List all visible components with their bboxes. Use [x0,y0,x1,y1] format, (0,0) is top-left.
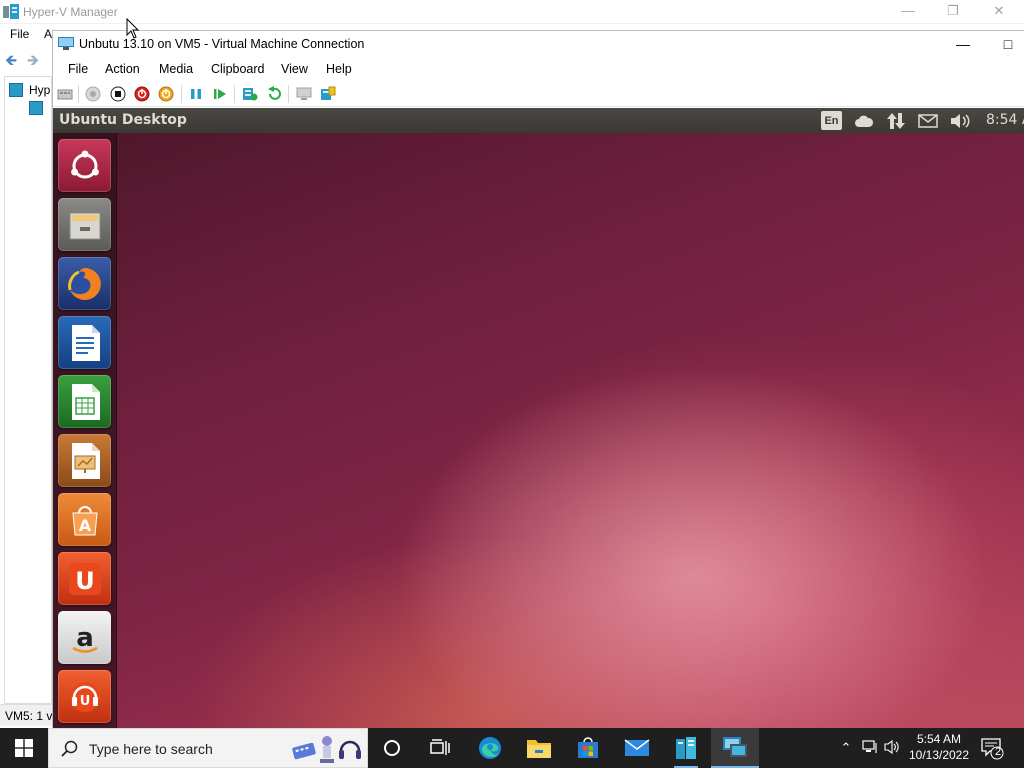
vm-maximize-button[interactable]: □ [988,33,1024,55]
action-center-button[interactable]: 2 [980,736,1004,760]
hyperv-menu-action[interactable]: A [44,27,52,41]
files-icon[interactable] [58,198,111,251]
software-center-icon[interactable]: A [58,493,111,546]
toolbar-separator [234,85,235,103]
search-placeholder: Type here to search [89,741,213,757]
vm-window-title: Unbutu 13.10 on VM5 - Virtual Machine Co… [79,37,365,51]
taskbar-search-box[interactable]: Type here to search [48,728,368,768]
ctrl-alt-del-icon[interactable] [57,86,73,102]
hyperv-close-button[interactable]: ✕ [976,0,1022,24]
hyperv-status-text: VM5: 1 v [5,709,53,723]
hyperv-restore-button[interactable]: ❐ [930,0,976,24]
vm-toolbar [53,81,1024,107]
store-icon[interactable] [564,728,612,768]
cortana-icon[interactable] [368,728,416,768]
vm-menu-media[interactable]: Media [159,62,193,76]
mail-icon[interactable] [613,728,661,768]
shut-down-icon[interactable] [134,86,150,102]
vm-titlebar: Unbutu 13.10 on VM5 - Virtual Machine Co… [53,31,1024,57]
checkpoint-icon[interactable] [242,86,258,102]
mouse-cursor-icon [126,18,140,39]
hyperv-titlebar: Hyper-V Manager — ❐ ✕ [0,0,1024,24]
vm-menu-file[interactable]: File [68,62,88,76]
hyperv-toolbar: 🡸 🡺 [0,44,52,72]
forward-arrow-icon[interactable]: 🡺 [27,50,39,75]
toolbar-separator [288,85,289,103]
svg-text:a: a [76,623,94,653]
server-manager-icon[interactable] [662,728,710,768]
pause-icon[interactable] [188,86,204,102]
dash-home-icon[interactable] [58,139,111,192]
hyperv-tree-root[interactable]: Hyp [29,83,50,97]
vm-minimize-button[interactable]: — [943,33,983,55]
svg-text:A: A [78,516,91,535]
show-hidden-icons-icon[interactable]: ⌃ [838,740,854,756]
hyperv-minimize-button[interactable]: — [885,0,931,24]
vm-menu-action[interactable]: Action [105,62,140,76]
vm-menu-help[interactable]: Help [326,62,352,76]
clock-time: 5:54 AM [916,732,962,746]
svg-text:U: U [75,567,95,595]
vm-menu-view[interactable]: View [281,62,308,76]
ubuntu-clock[interactable]: 8:54 A [986,112,1024,128]
hyperv-menu-file[interactable]: File [10,27,29,41]
hyperv-root-icon [9,83,23,97]
ubuntu-one-music-icon[interactable]: U [58,670,111,723]
keyboard-indicator[interactable]: En [821,111,842,130]
libreoffice-writer-icon[interactable] [58,316,111,369]
task-view-icon[interactable] [416,728,464,768]
vm-connection-icon [58,37,74,50]
back-arrow-icon[interactable]: 🡸 [5,50,17,75]
libreoffice-calc-icon[interactable] [58,375,111,428]
hyperv-menubar: File A [0,24,52,44]
firefox-icon[interactable] [58,257,111,310]
turn-off-icon[interactable] [110,86,126,102]
windows-logo-icon [15,739,33,757]
toolbar-separator [181,85,182,103]
hyperv-status-bar: VM5: 1 v [0,704,52,726]
ubuntu-one-icon[interactable]: U [58,552,111,605]
windows-taskbar: Type here to search ⌃ 5:54 AM 10/13/2022… [0,728,1024,768]
taskbar-clock[interactable]: 5:54 AM 10/13/2022 [906,731,972,763]
save-icon[interactable] [158,86,174,102]
hyper-v-manager-icon[interactable] [711,728,759,768]
start-button[interactable] [0,728,48,768]
revert-icon[interactable] [266,86,282,102]
volume-tray-icon[interactable] [884,739,900,757]
server-node-icon[interactable] [29,101,43,115]
svg-text:U: U [79,694,90,709]
cloud-icon[interactable] [853,111,875,130]
vm-menubar: File Action Media Clipboard View Help [53,58,1024,80]
hyperv-app-icon [3,4,19,19]
mail-icon[interactable] [917,111,939,130]
volume-icon[interactable] [949,111,971,130]
notification-count: 2 [994,746,1002,758]
ubuntu-desktop[interactable]: Ubuntu Desktop En 8:54 A U a U [53,108,1024,728]
search-icon [61,740,78,757]
file-explorer-icon[interactable] [515,728,563,768]
vm-connection-window: Unbutu 13.10 on VM5 - Virtual Machine Co… [52,30,1024,728]
libreoffice-impress-icon[interactable] [58,434,111,487]
edge-icon[interactable] [466,728,514,768]
vm-menu-clipboard[interactable]: Clipboard [211,62,265,76]
share-icon[interactable] [320,86,336,102]
hyperv-window-title: Hyper-V Manager [23,5,118,19]
clock-date: 10/13/2022 [908,748,970,762]
ubuntu-top-panel: Ubuntu Desktop En 8:54 A [53,108,1024,133]
enhanced-session-icon[interactable] [296,86,312,102]
network-icon[interactable] [886,111,906,130]
ubuntu-panel-title: Ubuntu Desktop [59,112,187,128]
start-icon[interactable] [85,86,101,102]
search-highlight-illustration-icon [292,736,361,763]
resume-icon[interactable] [212,86,228,102]
toolbar-separator [78,85,79,103]
amazon-icon[interactable]: a [58,611,111,664]
ubuntu-launcher: A U a U [53,133,117,728]
network-tray-icon[interactable] [862,740,878,757]
hyperv-tree-panel: Hyp [4,76,52,704]
